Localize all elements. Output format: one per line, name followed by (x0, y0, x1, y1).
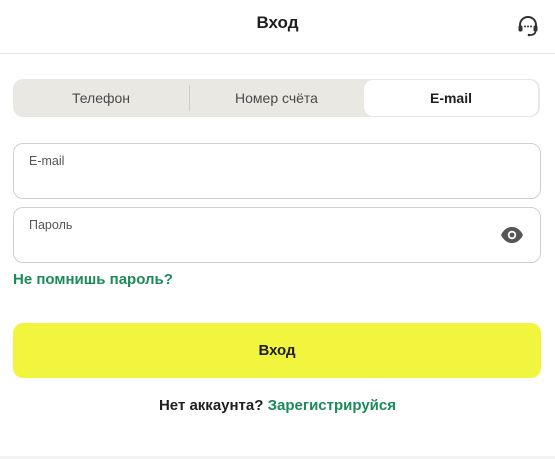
email-field-label: E-mail (29, 154, 65, 168)
eye-icon (501, 227, 523, 243)
tab-email[interactable]: E-mail (364, 80, 538, 116)
register-row: Нет аккаунта? Зарегистрируйся (0, 397, 555, 414)
tab-phone[interactable]: Телефон (13, 79, 189, 117)
login-button[interactable]: Вход (13, 323, 541, 378)
page-title: Вход (256, 13, 299, 32)
support-button[interactable] (515, 13, 541, 39)
password-field[interactable]: Пароль (13, 207, 541, 263)
show-password-button[interactable] (500, 224, 524, 246)
login-method-tabs: Телефон Номер счёта E-mail (13, 79, 540, 117)
email-input[interactable] (29, 174, 469, 192)
tab-account-number[interactable]: Номер счёта (190, 79, 363, 117)
headset-icon (518, 16, 538, 37)
password-input[interactable] (29, 238, 469, 256)
forgot-password-link[interactable]: Не помнишь пароль? (13, 271, 173, 288)
register-link[interactable]: Зарегистрируйся (268, 397, 396, 414)
login-window: Вход Телефон Номер счёта E-mail E-mail П… (0, 0, 555, 456)
header: Вход (0, 0, 555, 54)
no-account-text: Нет аккаунта? (158, 397, 268, 414)
password-field-label: Пароль (29, 218, 73, 232)
email-field[interactable]: E-mail (13, 143, 541, 199)
